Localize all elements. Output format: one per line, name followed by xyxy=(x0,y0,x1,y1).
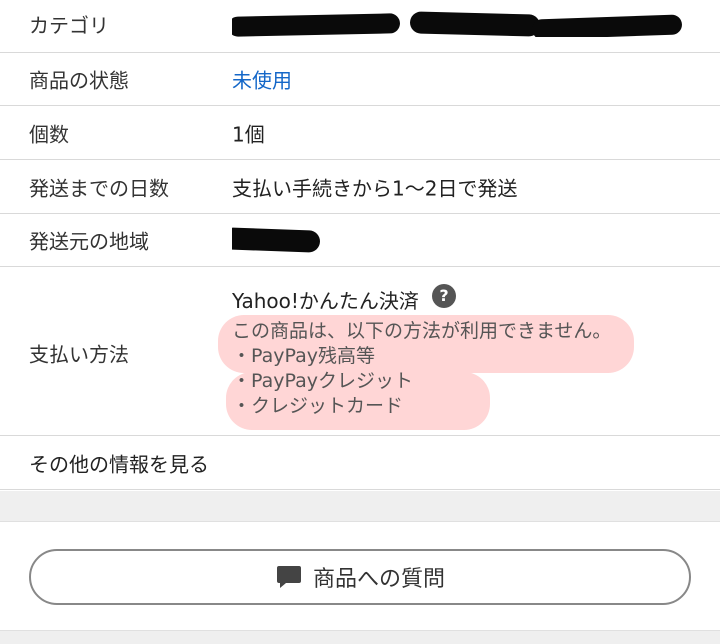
row-shipping-region: 発送元の地域 xyxy=(0,214,720,267)
payment-notice: この商品は、以下の方法が利用できません。 ・PayPay残高等 ・PayPayク… xyxy=(232,319,611,419)
ask-question-button[interactable]: 商品への質問 xyxy=(29,549,691,605)
bottom-separator xyxy=(0,630,720,644)
redaction-mark xyxy=(232,227,321,253)
payment-method: Yahoo!かんたん決済 xyxy=(232,289,419,313)
redaction-mark xyxy=(531,14,683,37)
payment-label: 支払い方法 xyxy=(29,342,129,367)
row-condition: 商品の状態 未使用 xyxy=(0,53,720,106)
unavailable-method: ・クレジットカード xyxy=(232,395,404,417)
quantity-value: 1個 xyxy=(232,122,265,146)
row-category: カテゴリ xyxy=(0,0,720,53)
section-separator xyxy=(0,491,720,522)
shipping-region-label: 発送元の地域 xyxy=(29,229,149,254)
condition-label: 商品の状態 xyxy=(29,68,129,93)
row-quantity: 個数 1個 xyxy=(0,106,720,160)
shipping-region-value xyxy=(232,227,342,253)
speech-bubble-icon xyxy=(275,564,303,590)
ask-question-label: 商品への質問 xyxy=(312,567,445,592)
shipping-days-value: 支払い手続きから1〜2日で発送 xyxy=(232,176,518,200)
redaction-mark xyxy=(409,11,541,37)
more-info-text: その他の情報を見る xyxy=(29,452,209,476)
item-details-table: カテゴリ 商品の状態 未使用 個数 1個 発送までの日数 支払い手続きから1〜2… xyxy=(0,0,720,490)
unavailable-method: ・PayPayクレジット xyxy=(232,370,413,392)
payment-notice-text: この商品は、以下の方法が利用できません。 xyxy=(232,320,612,342)
more-info-link[interactable]: その他の情報を見る xyxy=(0,436,720,489)
unavailable-method: ・PayPay残高等 xyxy=(232,345,375,367)
redaction-mark xyxy=(232,13,401,37)
quantity-label: 個数 xyxy=(29,122,69,146)
shipping-days-label: 発送までの日数 xyxy=(29,176,169,200)
condition-value-link[interactable]: 未使用 xyxy=(232,65,292,94)
row-payment: 支払い方法 Yahoo!かんたん決済 ? この商品は、以下の方法が利用できません… xyxy=(0,267,720,436)
question-circle-icon[interactable]: ? xyxy=(432,284,456,308)
row-shipping-days: 発送までの日数 支払い手続きから1〜2日で発送 xyxy=(0,160,720,214)
category-value[interactable] xyxy=(232,11,710,37)
category-label: カテゴリ xyxy=(29,13,109,38)
